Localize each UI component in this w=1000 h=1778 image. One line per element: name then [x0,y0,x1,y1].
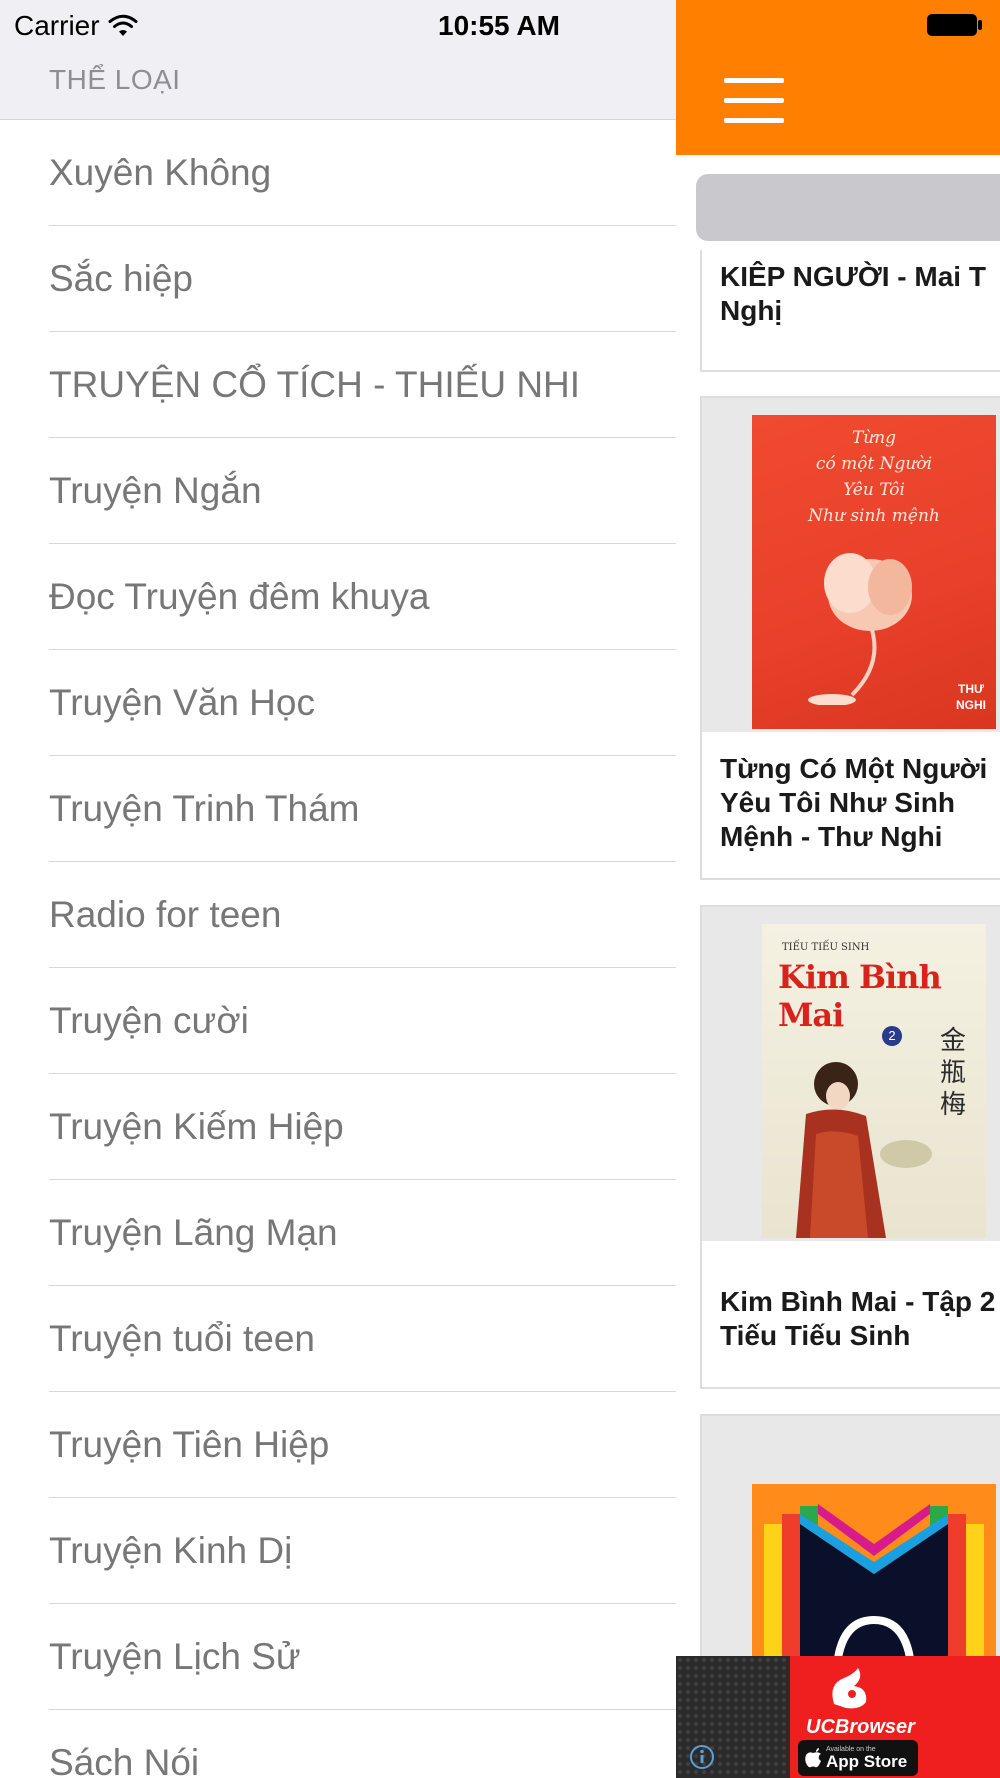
category-label: Truyện Lãng Mạn [49,1212,338,1253]
story-cover-area: Từng có một Người Yêu Tôi Như sinh mệnh … [702,398,1000,732]
menu-icon[interactable] [724,78,784,123]
story-cover-image: Từng có một Người Yêu Tôi Như sinh mệnh … [752,415,996,729]
category-item[interactable]: Truyện Ngắn [0,438,676,544]
story-cover-image: TIẾU TIẾU SINH Kim Bình Mai 2 金瓶梅 [762,924,986,1238]
cover-text: Như sinh mệnh [808,506,940,526]
ad-banner[interactable]: UCBrowser Available on the App Store [676,1656,1000,1778]
category-label: Đọc Truyện đêm khuya [49,576,430,617]
category-label: Truyện Kinh Dị [49,1530,293,1571]
status-bar-left: Carrier [14,8,138,44]
story-title: Kim Bình Mai - Tập 2 Tiếu Tiếu Sinh [720,1286,996,1351]
status-time: 10:55 AM [438,10,560,41]
category-label: Radio for teen [49,894,282,935]
navigation-bar [676,0,1000,155]
app-store-badge[interactable]: Available on the App Store [798,1740,918,1776]
category-item[interactable]: Truyện Tiên Hiệp [0,1392,676,1498]
category-label: Truyện Lịch Sử [49,1636,301,1677]
story-cover-area: TIẾU TIẾU SINH Kim Bình Mai 2 金瓶梅 [702,907,1000,1241]
section-title: THỂ LOẠI [49,64,181,95]
apple-icon [805,1748,821,1768]
main-content: KIÊP NGƯỜI - Mai T Nghị Từng có một Ngườ… [676,0,1000,1778]
category-label: Sắc hiệp [49,258,193,299]
story-card[interactable]: KIÊP NGƯỜI - Mai T Nghị [700,250,1000,372]
category-item[interactable]: Truyện tuổi teen [0,1286,676,1392]
carrier-label: Carrier [14,10,100,41]
cover-text: TIẾU TIẾU SINH [782,942,870,953]
category-label: Truyện cười [49,1000,249,1041]
ad-content: UCBrowser Available on the App Store [790,1656,1000,1778]
ad-brand: UCBrowser [806,1716,915,1738]
app-store-text: App Store [826,1752,908,1771]
cover-title: Kim Bình Mai [778,958,942,1034]
category-item[interactable]: Truyện Trinh Thám [0,756,676,862]
category-label: Sách Nói [49,1742,200,1778]
battery-icon [927,14,982,36]
squirrel-logo-icon [832,1668,867,1709]
category-item[interactable]: Xuyên Không [0,120,676,226]
category-label: Truyện Kiếm Hiệp [49,1106,344,1147]
lotus-illustration [808,553,912,705]
story-title: Từng Có Một Người Yêu Tôi Như Sinh Mệnh … [720,753,988,852]
category-item[interactable]: Truyện cười [0,968,676,1074]
category-item[interactable]: Truyện Lãng Mạn [0,1180,676,1286]
cover-author: THƯ NGHI [956,682,986,712]
category-label: Xuyên Không [49,152,272,193]
category-item[interactable]: Đọc Truyện đêm khuya [0,544,676,650]
category-item[interactable]: Radio for teen [0,862,676,968]
category-item[interactable]: TRUYỆN CỔ TÍCH - THIẾU NHI [0,332,676,438]
category-item[interactable]: Sách Nói [0,1710,676,1778]
cover-text: Từng [851,428,897,448]
figure-illustration [796,1062,932,1238]
category-label: Truyện Ngắn [49,470,262,511]
category-label: TRUYỆN CỔ TÍCH - THIẾU NHI [49,364,581,405]
story-card[interactable]: TIẾU TIẾU SINH Kim Bình Mai 2 金瓶梅 Kim Bì… [700,905,1000,1389]
category-label: Truyện Tiên Hiệp [49,1424,330,1465]
wifi-icon [108,14,138,36]
category-label: Truyện Trinh Thám [49,788,360,829]
category-label: Truyện tuổi teen [49,1318,316,1359]
story-title: KIÊP NGƯỜI - Mai T Nghị [720,261,986,326]
drawer-header: Carrier 10:55 AM THỂ LOẠI [0,0,676,120]
info-icon[interactable] [689,1744,715,1770]
category-item[interactable]: Sắc hiệp [0,226,676,332]
cover-chinese-text: 金瓶梅 [940,1025,967,1119]
search-bar[interactable] [696,174,1000,241]
cover-text: có một Người [815,454,933,474]
category-item[interactable]: Truyện Kinh Dị [0,1498,676,1604]
category-label: Truyện Văn Học [49,682,315,723]
category-list: Xuyên Không Sắc hiệp TRUYỆN CỔ TÍCH - TH… [0,120,676,1778]
category-item[interactable]: Truyện Văn Học [0,650,676,756]
category-item[interactable]: Truyện Kiếm Hiệp [0,1074,676,1180]
cover-text: Yêu Tôi [843,480,905,500]
category-item[interactable]: Truyện Lịch Sử [0,1604,676,1710]
cover-volume: 2 [882,1026,902,1046]
story-card[interactable]: Từng có một Người Yêu Tôi Như sinh mệnh … [700,396,1000,880]
side-drawer: Carrier 10:55 AM THỂ LOẠI Xuyên Không Sắ… [0,0,676,1778]
ad-pattern [676,1656,790,1778]
